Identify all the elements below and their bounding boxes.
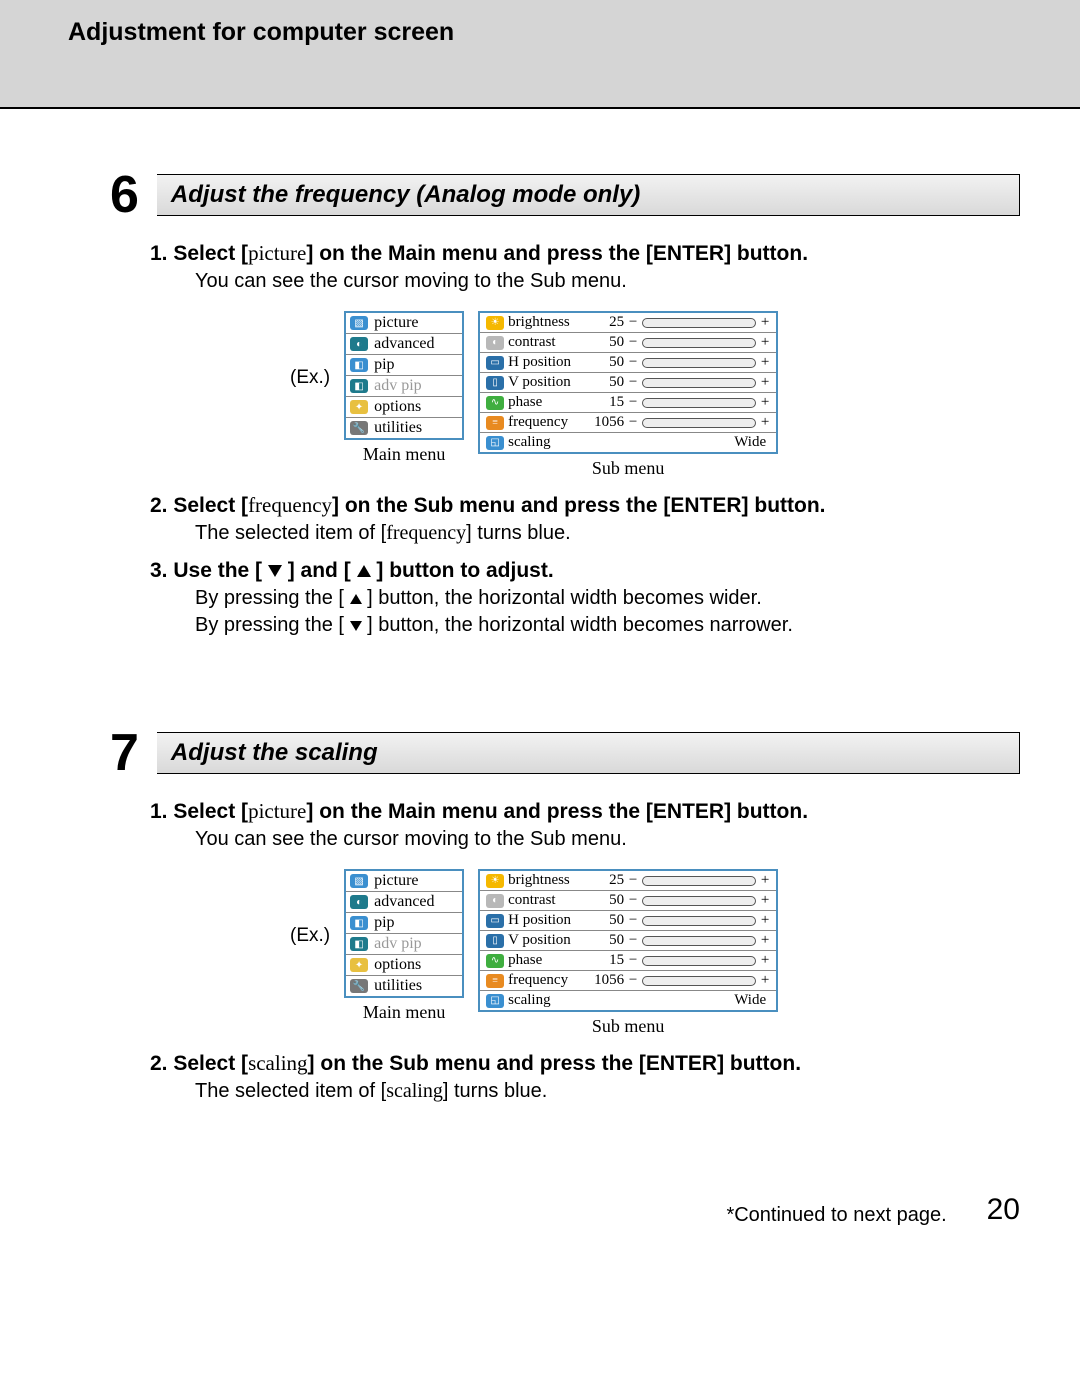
step-2: 2. Select [scaling] on the Sub menu and … <box>150 1051 1020 1076</box>
utilities-icon: 🔧 <box>350 979 368 993</box>
sub-menu-box: ☀brightness25−+ ◐contrast50−+ ▭H positio… <box>478 311 778 479</box>
main-menu-item: ◐advanced <box>346 892 462 913</box>
advanced-icon: ◐ <box>350 895 368 909</box>
sub-row-brightness: ☀brightness25−+ <box>480 871 776 891</box>
options-icon: ✦ <box>350 958 368 972</box>
menu-illustration: (Ex.) ▧picture ◐advanced ◧pip ◧adv pip ✦… <box>290 869 1020 1037</box>
frequency-icon: ≡ <box>486 974 504 988</box>
sub-row-hpos: ▭H position50−+ <box>480 911 776 931</box>
continued-note: *Continued to next page. <box>726 1204 946 1227</box>
section-number: 6 <box>110 169 139 221</box>
advpip-icon: ◧ <box>350 937 368 951</box>
sub-row-brightness: ☀brightness25−+ <box>480 313 776 333</box>
sub-row-phase: ∿phase15−+ <box>480 393 776 413</box>
main-menu-item: ▧picture <box>346 871 462 892</box>
up-triangle-icon <box>350 594 362 604</box>
step-3b: By pressing the [ ] button, the horizont… <box>195 614 1020 637</box>
example-label: (Ex.) <box>290 311 330 389</box>
step-1-note: You can see the cursor moving to the Sub… <box>195 828 1020 851</box>
options-icon: ✦ <box>350 400 368 414</box>
advanced-icon: ◐ <box>350 337 368 351</box>
brightness-icon: ☀ <box>486 316 504 330</box>
main-menu-caption: Main menu <box>344 444 464 465</box>
scaling-icon: ◱ <box>486 436 504 450</box>
sub-row-vpos: ▯V position50−+ <box>480 931 776 951</box>
vposition-icon: ▯ <box>486 376 504 390</box>
main-menu-item: ✦options <box>346 397 462 418</box>
sub-row-scaling: ◱scalingWide <box>480 991 776 1010</box>
section-title: Adjust the scaling <box>157 732 1020 774</box>
picture-icon: ▧ <box>350 874 368 888</box>
main-menu-caption: Main menu <box>344 1002 464 1023</box>
main-menu-item: ◧pip <box>346 913 462 934</box>
page-footer: *Continued to next page. 20 <box>0 1183 1080 1257</box>
picture-icon: ▧ <box>350 316 368 330</box>
step-1: 1. Select [picture] on the Main menu and… <box>150 241 1020 266</box>
menu-illustration: (Ex.) ▧picture ◐advanced ◧pip ◧adv pip ✦… <box>290 311 1020 479</box>
sub-row-phase: ∿phase15−+ <box>480 951 776 971</box>
contrast-icon: ◐ <box>486 894 504 908</box>
hposition-icon: ▭ <box>486 914 504 928</box>
sub-row-hpos: ▭H position50−+ <box>480 353 776 373</box>
contrast-icon: ◐ <box>486 336 504 350</box>
sub-row-frequency: ≡frequency1056−+ <box>480 413 776 433</box>
sub-row-contrast: ◐contrast50−+ <box>480 891 776 911</box>
main-menu-item-disabled: ◧adv pip <box>346 934 462 955</box>
sub-row-contrast: ◐contrast50−+ <box>480 333 776 353</box>
section-title: Adjust the frequency (Analog mode only) <box>157 174 1020 216</box>
pip-icon: ◧ <box>350 358 368 372</box>
step-3a: By pressing the [ ] button, the horizont… <box>195 587 1020 610</box>
main-menu-item: ✦options <box>346 955 462 976</box>
brightness-icon: ☀ <box>486 874 504 888</box>
step-1-note: You can see the cursor moving to the Sub… <box>195 270 1020 293</box>
page-header: Adjustment for computer screen <box>0 0 1080 109</box>
sub-menu-caption: Sub menu <box>478 458 778 479</box>
step-3: 3. Use the [ ] and [ ] button to adjust. <box>150 559 1020 583</box>
vposition-icon: ▯ <box>486 934 504 948</box>
pip-icon: ◧ <box>350 916 368 930</box>
advpip-icon: ◧ <box>350 379 368 393</box>
sub-menu-box: ☀brightness25−+ ◐contrast50−+ ▭H positio… <box>478 869 778 1037</box>
phase-icon: ∿ <box>486 396 504 410</box>
main-menu-item-disabled: ◧adv pip <box>346 376 462 397</box>
utilities-icon: 🔧 <box>350 421 368 435</box>
hposition-icon: ▭ <box>486 356 504 370</box>
step-2-note: The selected item of [frequency] turns b… <box>195 522 1020 545</box>
down-triangle-icon <box>268 565 282 577</box>
section-number: 7 <box>110 727 139 779</box>
sub-row-frequency: ≡frequency1056−+ <box>480 971 776 991</box>
sub-menu-caption: Sub menu <box>478 1016 778 1037</box>
main-menu-item: 🔧utilities <box>346 976 462 996</box>
sub-row-vpos: ▯V position50−+ <box>480 373 776 393</box>
main-menu-item: ◧pip <box>346 355 462 376</box>
section-7: 7 Adjust the scaling 1. Select [picture]… <box>110 727 1020 1103</box>
main-menu-box: ▧picture ◐advanced ◧pip ◧adv pip ✦option… <box>344 869 464 1023</box>
main-menu-item: 🔧utilities <box>346 418 462 438</box>
step-2-note: The selected item of [scaling] turns blu… <box>195 1080 1020 1103</box>
section-6: 6 Adjust the frequency (Analog mode only… <box>110 169 1020 637</box>
main-menu-item: ◐advanced <box>346 334 462 355</box>
main-menu-box: ▧picture ◐advanced ◧pip ◧adv pip ✦option… <box>344 311 464 465</box>
down-triangle-icon <box>350 621 362 631</box>
main-menu-item: ▧picture <box>346 313 462 334</box>
page-number: 20 <box>987 1193 1020 1227</box>
up-triangle-icon <box>357 565 371 577</box>
sub-row-scaling: ◱scalingWide <box>480 433 776 452</box>
frequency-icon: ≡ <box>486 416 504 430</box>
scaling-icon: ◱ <box>486 994 504 1008</box>
step-2: 2. Select [frequency] on the Sub menu an… <box>150 493 1020 518</box>
step-1: 1. Select [picture] on the Main menu and… <box>150 799 1020 824</box>
page-title: Adjustment for computer screen <box>68 18 1080 47</box>
example-label: (Ex.) <box>290 869 330 947</box>
phase-icon: ∿ <box>486 954 504 968</box>
